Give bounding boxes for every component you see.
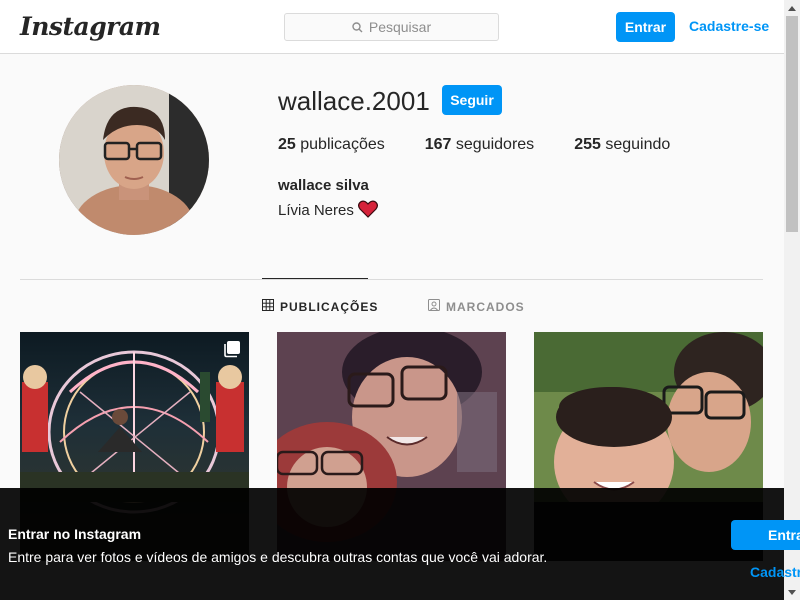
posts-label: publicações (300, 136, 385, 153)
banner-title: Entrar no Instagram (8, 526, 142, 542)
follow-button[interactable]: Seguir (442, 85, 502, 115)
banner-login-button[interactable]: Entrar (731, 520, 800, 550)
tag-icon (428, 299, 440, 314)
top-nav: Instagram Pesquisar Entrar Cadastre-se (0, 0, 784, 54)
heart-icon (357, 200, 378, 221)
tab-publicacoes[interactable]: PUBLICAÇÕES (262, 299, 378, 314)
scroll-down-arrow-icon[interactable] (784, 584, 800, 600)
profile-avatar[interactable] (59, 85, 209, 235)
tab-label: PUBLICAÇÕES (280, 299, 379, 314)
posts-stat: 25 publicações (278, 136, 385, 154)
search-icon (352, 21, 363, 33)
following-count: 255 (574, 136, 601, 153)
scroll-up-arrow-icon[interactable] (784, 0, 800, 16)
tab-label: MARCADOS (446, 299, 525, 314)
scrollbar-thumb[interactable] (786, 16, 798, 232)
tab-marcados[interactable]: MARCADOS (428, 299, 525, 314)
tabs-divider (20, 279, 763, 280)
profile-bio: Lívia Neres (278, 200, 378, 221)
banner-signup-link[interactable]: Cadastre-se (750, 564, 800, 580)
bio-text: Lívia Neres (278, 202, 354, 219)
following-label: seguindo (605, 136, 671, 153)
followers-stat[interactable]: 167 seguidores (425, 136, 534, 154)
followers-count: 167 (424, 136, 452, 153)
banner-text: Entre para ver fotos e vídeos de amigos … (8, 549, 548, 565)
signup-link[interactable]: Cadastre-se (689, 18, 769, 34)
scrollbar[interactable] (784, 0, 800, 600)
posts-count: 25 (278, 136, 296, 153)
grid-icon (262, 299, 274, 314)
login-button[interactable]: Entrar (616, 12, 675, 42)
following-stat[interactable]: 255 seguindo (574, 136, 670, 154)
active-tab-indicator (262, 278, 368, 279)
search-input[interactable]: Pesquisar (284, 13, 499, 41)
search-placeholder: Pesquisar (368, 19, 432, 35)
profile-full-name: wallace silva (278, 177, 369, 194)
login-banner: Entrar no Instagram Entre para ver fotos… (0, 488, 800, 600)
multiple-photos-icon (223, 340, 241, 358)
profile-username: wallace.2001 (278, 86, 430, 116)
profile-stats: 25 publicações 167 seguidores 255 seguin… (278, 136, 670, 154)
instagram-logo[interactable]: Instagram (20, 12, 161, 41)
followers-label: seguidores (455, 136, 535, 153)
